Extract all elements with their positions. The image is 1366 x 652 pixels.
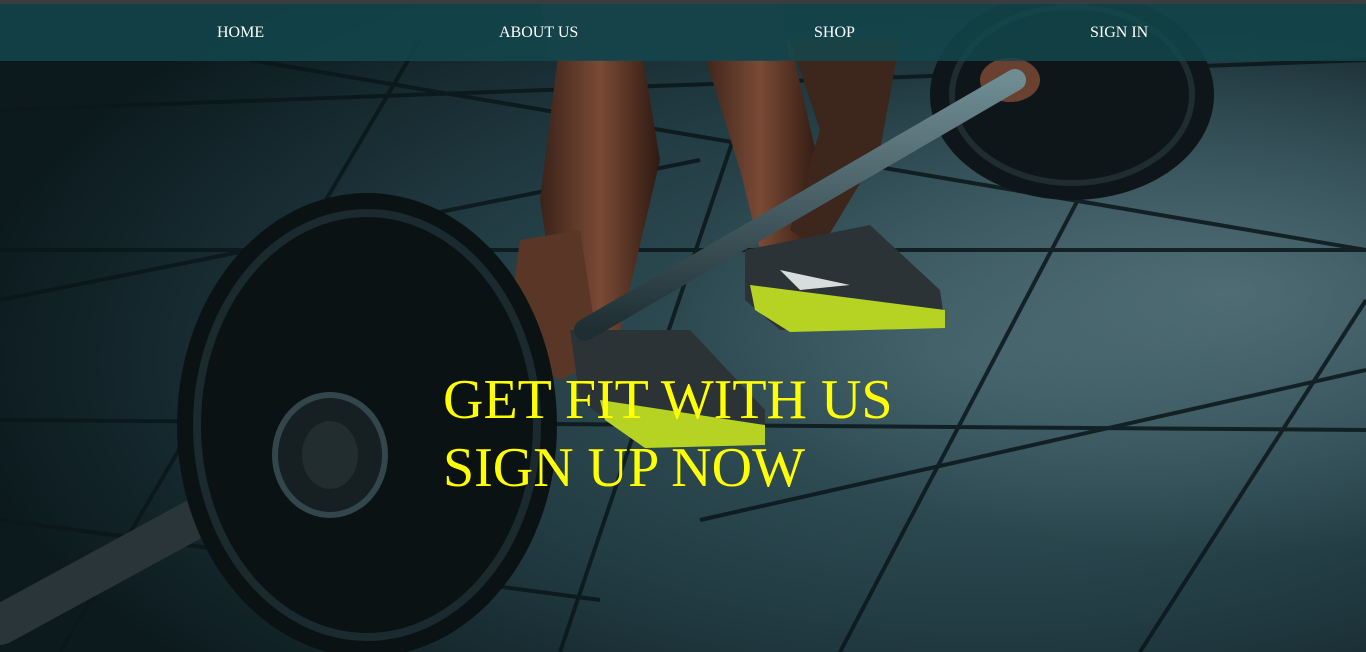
nav-about-us-link[interactable]: ABOUT US [499,4,578,61]
nav-sign-in-link[interactable]: SIGN IN [1090,4,1148,61]
page: HOME ABOUT US SHOP SIGN IN GET FIT WITH … [0,0,1366,652]
navigation-bar: HOME ABOUT US SHOP SIGN IN [0,4,1366,61]
hero-headline: GET FIT WITH US SIGN UP NOW [443,366,893,502]
nav-home-link[interactable]: HOME [217,4,264,61]
top-border [0,0,1366,4]
hero-line-get-fit: GET FIT WITH US [443,369,893,431]
hero-background-image [0,0,1366,652]
nav-shop-link[interactable]: SHOP [814,4,855,61]
hero-line-sign-up[interactable]: SIGN UP NOW [443,434,893,502]
